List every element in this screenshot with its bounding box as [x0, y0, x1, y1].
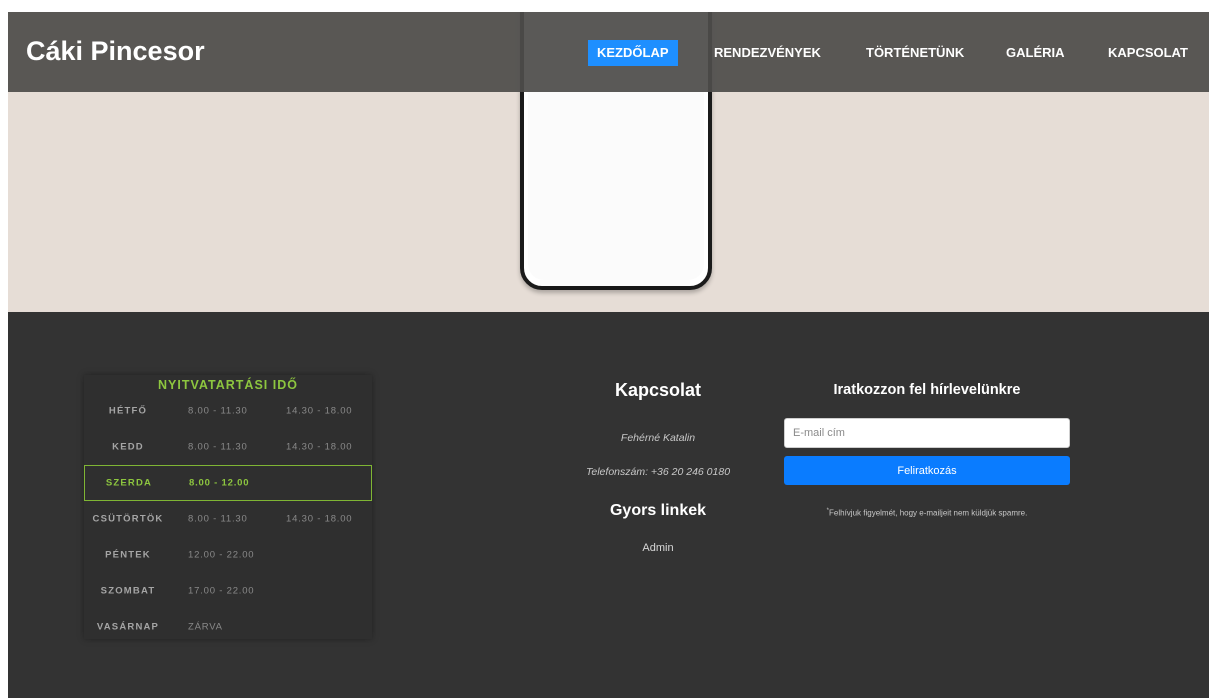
email-input[interactable]	[784, 418, 1070, 448]
hours-row-friday: PÉNTEK 12.00 - 22.00	[84, 537, 372, 573]
hours-row-monday: HÉTFŐ 8.00 - 11.30 14.30 - 18.00	[84, 393, 372, 429]
opening-hours-card: NYITVATARTÁSI IDŐ HÉTFŐ 8.00 - 11.30 14.…	[84, 375, 372, 639]
site-header: Cáki Pincesor KEZDŐLAP RENDEZVÉNYEK TÖRT…	[8, 12, 1209, 92]
hours-row-tuesday: KEDD 8.00 - 11.30 14.30 - 18.00	[84, 429, 372, 465]
hours-day: PÉNTEK	[105, 549, 151, 561]
nav-kapcsolat[interactable]: KAPCSOLAT	[1108, 40, 1188, 66]
hours-day: VASÁRNAP	[96, 621, 160, 633]
hours-day: SZOMBAT	[100, 585, 156, 597]
nav-rendezvenyek[interactable]: RENDEZVÉNYEK	[714, 40, 821, 66]
hours-row-sunday: VASÁRNAP ZÁRVA	[84, 609, 372, 645]
nav-galeria[interactable]: GALÉRIA	[1006, 40, 1065, 66]
hours-day: HÉTFŐ	[108, 405, 148, 417]
hours-day: SZERDA	[105, 477, 153, 489]
hours-row-wednesday: SZERDA 8.00 - 12.00	[84, 465, 372, 501]
hours-time: ZÁRVA	[188, 621, 223, 633]
opening-hours-title: NYITVATARTÁSI IDŐ	[158, 378, 298, 392]
quick-links-title: Gyors linkek	[609, 502, 707, 519]
hours-time: 14.30 - 18.00	[286, 513, 353, 525]
spam-notice-text: Felhívjuk figyelmét, hogy e-mailjeit nem…	[829, 508, 1028, 518]
contact-title: Kapcsolat	[614, 380, 702, 400]
hours-day: KEDD	[112, 441, 144, 453]
hours-time: 14.30 - 18.00	[286, 405, 353, 417]
hours-time: 17.00 - 22.00	[188, 585, 255, 597]
brand-logo[interactable]: Cáki Pincesor	[26, 36, 205, 67]
hours-time: 8.00 - 11.30	[188, 441, 248, 453]
spam-notice: *Felhívjuk figyelmét, hogy e-mailjeit ne…	[784, 508, 1070, 518]
nav-kezdolap[interactable]: KEZDŐLAP	[588, 40, 678, 66]
hours-day: CSÜTÖRTÖK	[92, 513, 164, 525]
hours-time: 12.00 - 22.00	[188, 549, 255, 561]
hours-time: 8.00 - 11.30	[188, 405, 248, 417]
admin-link[interactable]: Admin	[540, 542, 776, 554]
nav-tortenetunk[interactable]: TÖRTÉNETÜNK	[866, 40, 964, 66]
contact-phone: Telefonszám: +36 20 246 0180	[585, 466, 731, 478]
hours-row-saturday: SZOMBAT 17.00 - 22.00	[84, 573, 372, 609]
hours-row-thursday: CSÜTÖRTÖK 8.00 - 11.30 14.30 - 18.00	[84, 501, 372, 537]
hours-time: 14.30 - 18.00	[286, 441, 353, 453]
contact-name: Fehérné Katalin	[620, 432, 696, 444]
subscribe-button[interactable]: Feliratkozás	[784, 456, 1070, 485]
page: Cáki Pincesor KEZDŐLAP RENDEZVÉNYEK TÖRT…	[8, 12, 1209, 698]
newsletter-title: Iratkozzon fel hírlevelünkre	[833, 382, 1021, 398]
hours-time: 8.00 - 12.00	[189, 477, 250, 489]
site-footer: NYITVATARTÁSI IDŐ HÉTFŐ 8.00 - 11.30 14.…	[8, 312, 1209, 698]
hours-time: 8.00 - 11.30	[188, 513, 248, 525]
